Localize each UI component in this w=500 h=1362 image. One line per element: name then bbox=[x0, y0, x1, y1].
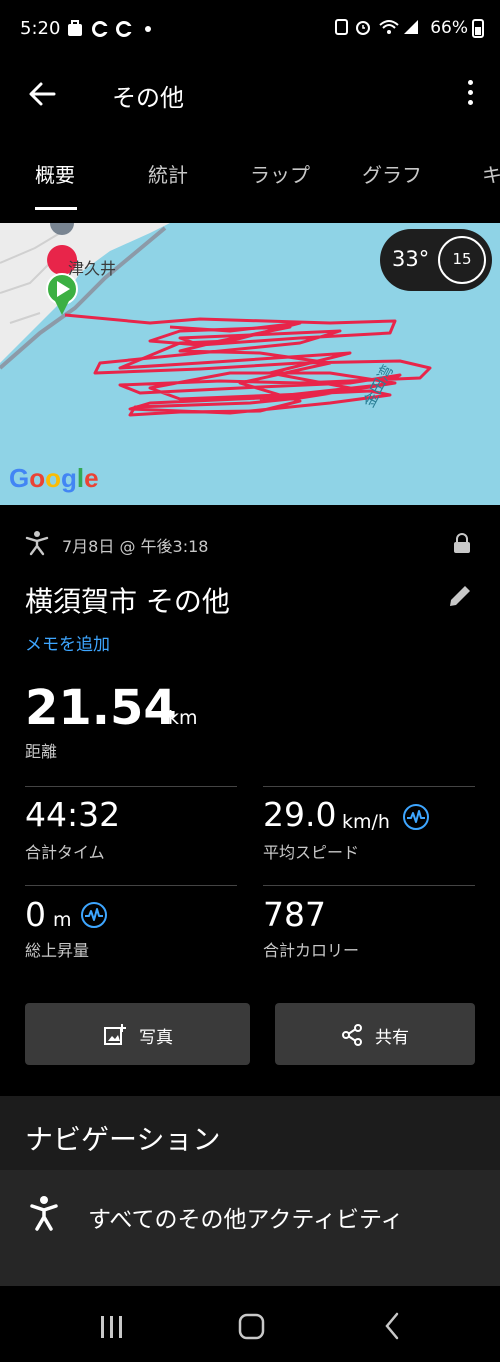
add-photo-button[interactable]: 写真 bbox=[25, 1003, 250, 1065]
notification-icons bbox=[68, 18, 158, 42]
distance-label: 距離 bbox=[25, 742, 58, 761]
status-bar: 5:20 66% bbox=[0, 0, 500, 60]
status-time: 5:20 bbox=[20, 18, 61, 39]
recent-apps-icon[interactable] bbox=[101, 1316, 122, 1338]
elevation-gain-value: 0 bbox=[25, 895, 46, 934]
tab-graph[interactable]: グラフ bbox=[362, 159, 422, 188]
divider bbox=[263, 786, 475, 787]
wind-dial-value: 15 bbox=[452, 250, 472, 268]
calories-value: 787 bbox=[263, 895, 326, 934]
tab-laps[interactable]: ラップ bbox=[250, 159, 310, 188]
battery-percent: 66% bbox=[430, 18, 468, 38]
share-icon bbox=[342, 1024, 362, 1046]
add-photo-label: 写真 bbox=[139, 1028, 173, 1048]
divider bbox=[263, 885, 475, 886]
share-label: 共有 bbox=[375, 1028, 409, 1048]
battery-icon bbox=[472, 18, 484, 42]
all-other-activities-item[interactable]: すべてのその他アクティビティ bbox=[0, 1170, 500, 1286]
share-button[interactable]: 共有 bbox=[275, 1003, 475, 1065]
activity-type-icon bbox=[30, 1196, 58, 1231]
app-bar: その他 bbox=[0, 60, 500, 130]
divider bbox=[25, 786, 237, 787]
activity-type-icon bbox=[25, 531, 49, 556]
divider bbox=[25, 885, 237, 886]
activity-date: 7月8日 @ 午後3:18 bbox=[62, 537, 209, 556]
activity-meta: 7月8日 @ 午後3:18 bbox=[25, 530, 475, 560]
back-nav-icon[interactable] bbox=[385, 1312, 399, 1340]
edit-pencil-icon[interactable] bbox=[446, 582, 474, 614]
pulse-chart-icon[interactable] bbox=[80, 901, 108, 929]
signal-icon bbox=[402, 18, 420, 40]
add-photo-icon bbox=[104, 1024, 126, 1045]
avg-speed-value: 29.0 bbox=[263, 795, 337, 834]
distance-value: 21.54 bbox=[25, 680, 177, 736]
pulse-chart-icon[interactable] bbox=[402, 803, 430, 831]
alarm-icon bbox=[354, 18, 372, 40]
home-icon[interactable] bbox=[238, 1313, 265, 1340]
elevation-gain-unit: m bbox=[53, 909, 72, 931]
total-time-value: 44:32 bbox=[25, 795, 121, 834]
page-title: その他 bbox=[112, 84, 184, 112]
tab-overview[interactable]: 概要 bbox=[35, 159, 75, 188]
lock-icon[interactable] bbox=[453, 532, 471, 558]
navigation-section: ナビゲーション すべてのその他アクティビティ bbox=[0, 1096, 500, 1286]
tab-statistics[interactable]: 統計 bbox=[148, 159, 188, 188]
elevation-gain-label: 総上昇量 bbox=[25, 941, 90, 960]
back-arrow-icon[interactable] bbox=[22, 74, 66, 114]
total-time-label: 合計タイム bbox=[25, 843, 105, 862]
google-logo: Google bbox=[9, 463, 99, 493]
weather-badge: 33° 15 bbox=[380, 229, 492, 291]
tab-more[interactable]: キ bbox=[482, 159, 500, 188]
wind-dial-icon: 15 bbox=[438, 236, 486, 284]
all-other-activities-label: すべてのその他アクティビティ bbox=[88, 1207, 404, 1233]
tab-bar: 概要 統計 ラップ グラフ キ bbox=[0, 145, 500, 213]
nfc-icon bbox=[334, 18, 350, 40]
navigation-heading: ナビゲーション bbox=[25, 1123, 221, 1156]
activity-title: 横須賀市 その他 bbox=[25, 585, 230, 618]
map-place-label: 津久井 bbox=[68, 259, 117, 278]
wifi-icon bbox=[378, 18, 400, 40]
distance-unit: km bbox=[168, 707, 198, 729]
system-navigation-bar bbox=[0, 1286, 500, 1362]
add-memo-link[interactable]: メモを追加 bbox=[25, 630, 110, 655]
avg-speed-unit: km/h bbox=[342, 811, 390, 833]
more-options-icon[interactable] bbox=[458, 76, 482, 112]
tab-indicator bbox=[35, 207, 77, 210]
weather-temperature: 33° bbox=[392, 247, 430, 271]
avg-speed-label: 平均スピード bbox=[263, 843, 360, 862]
calories-label: 合計カロリー bbox=[263, 941, 360, 960]
route-map[interactable]: 津久井 金田湾 33° 15 Google bbox=[0, 223, 500, 505]
